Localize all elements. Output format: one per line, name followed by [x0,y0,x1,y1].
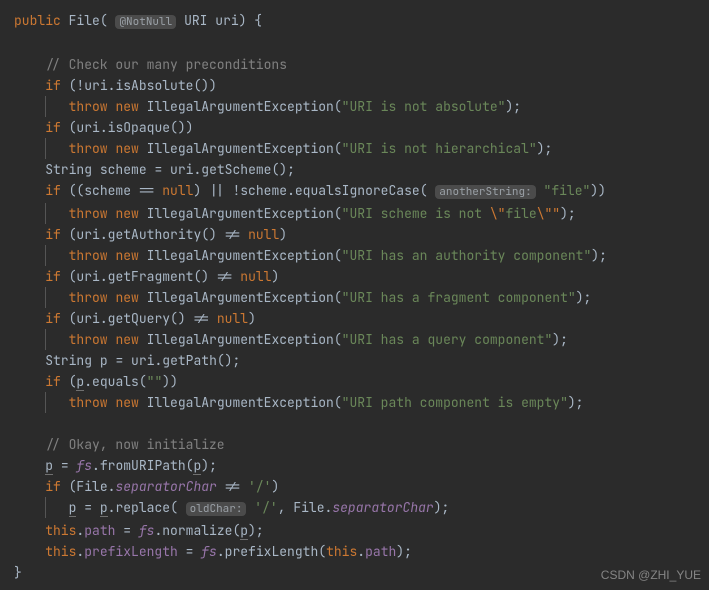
line: if (!uri.isAbsolute()) [14,77,217,94]
param-type: URI [184,12,207,29]
line: throw new IllegalArgumentException("URI … [14,394,583,411]
class-name: File [69,12,100,29]
line: // Check our many preconditions [14,56,287,73]
line: if (File.separatorChar != '/') [14,478,279,495]
line: if (uri.getFragment() != null) [14,268,279,285]
line: if (uri.isOpaque()) [14,119,193,136]
line: public File( @NotNull URI uri) { [14,12,262,29]
annotation-hint: @NotNull [115,15,176,29]
line: } [14,564,22,581]
line: throw new IllegalArgumentException("URI … [14,205,576,222]
param-hint: oldChar: [186,502,247,516]
line: this.path = fs.normalize(p); [14,522,264,540]
line: String p = uri.getPath(); [14,352,240,369]
line: String scheme = uri.getScheme(); [14,161,295,178]
line: this.prefixLength = fs.prefixLength(this… [14,543,412,560]
line: if (uri.getAuthority() != null) [14,226,287,243]
line: throw new IllegalArgumentException("URI … [14,140,552,157]
line: // Okay, now initialize [14,436,225,453]
keyword-public: public [14,12,61,29]
comment: // Okay, now initialize [45,436,224,453]
line: throw new IllegalArgumentException("URI … [14,289,591,306]
comment: // Check our many preconditions [45,56,287,73]
line: throw new IllegalArgumentException("URI … [14,331,568,348]
line: p = p.replace( oldChar: '/', File.separa… [14,499,449,516]
param-hint: anotherString: [435,185,535,199]
line: if (p.equals("")) [14,373,178,391]
line: if ((scheme == null) || !scheme.equalsIg… [14,182,606,199]
line: p = fs.fromURIPath(p); [14,457,217,475]
line: throw new IllegalArgumentException("URI … [14,98,521,115]
watermark: CSDN @ZHI_YUE [601,565,701,586]
param-name: uri [215,12,238,29]
code-block: public File( @NotNull URI uri) { // Chec… [0,0,709,583]
line: throw new IllegalArgumentException("URI … [14,247,607,264]
line: if (uri.getQuery() != null) [14,310,256,327]
